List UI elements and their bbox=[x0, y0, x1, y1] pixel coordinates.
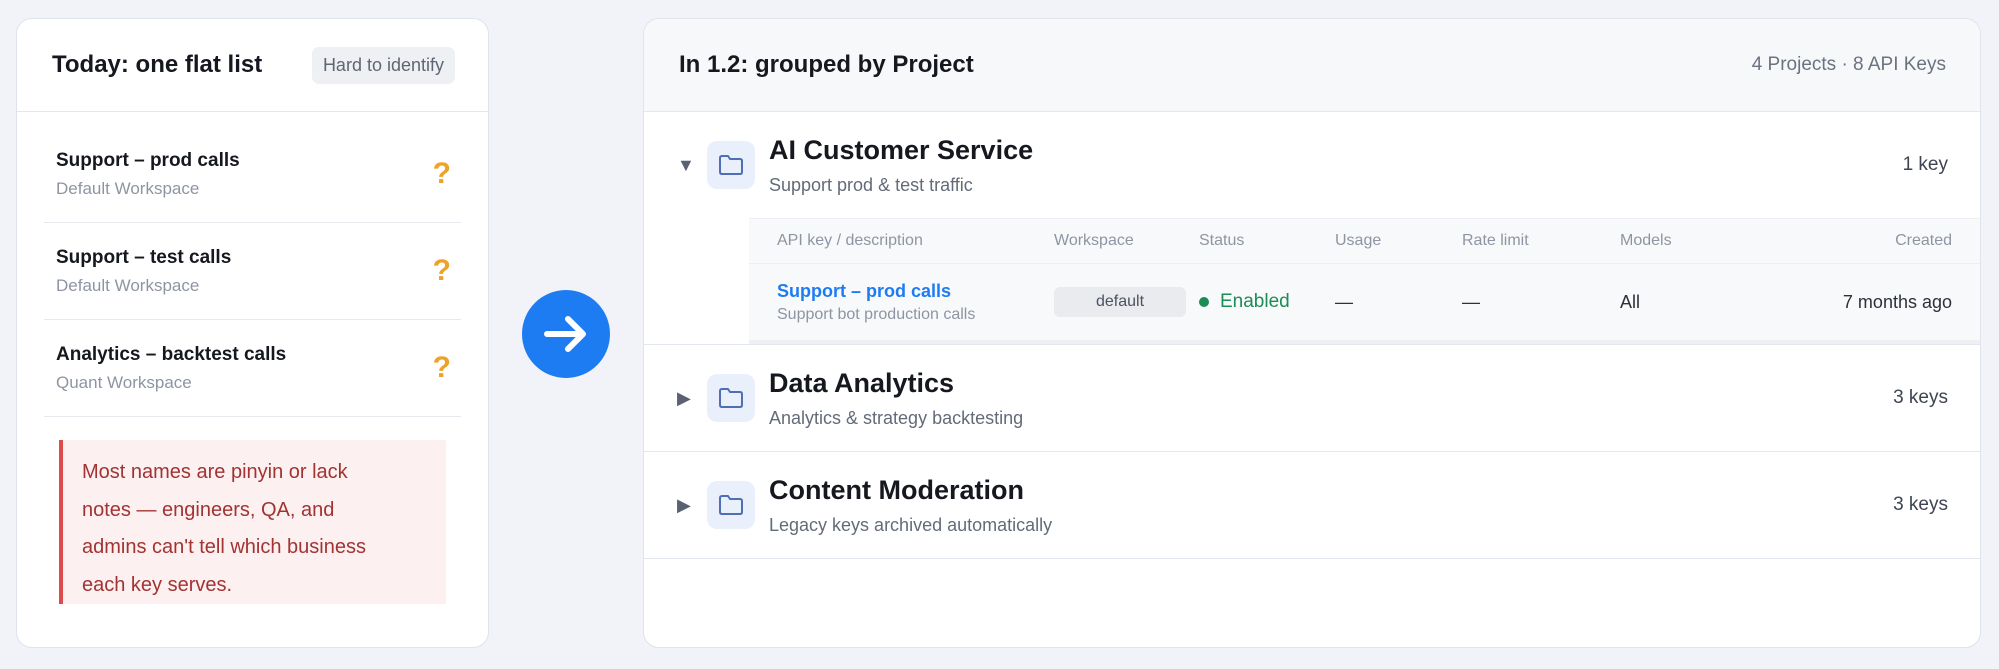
project-description: Legacy keys archived automatically bbox=[769, 514, 1053, 535]
warning-line: each key serves. bbox=[82, 573, 233, 596]
project-name: AI Customer Service bbox=[769, 134, 1034, 165]
column-header: Models bbox=[1620, 232, 1672, 249]
caret-right-icon[interactable]: ▶ bbox=[644, 495, 694, 516]
project-group: ▶ Content Moderation Legacy keys archive… bbox=[644, 452, 1980, 559]
table-row[interactable]: Support – prod calls Support bot product… bbox=[749, 264, 1980, 344]
warning-callout: Most names are pinyin or lack notes — en… bbox=[59, 440, 446, 604]
status-dot-icon bbox=[1199, 297, 1209, 307]
hard-to-identify-badge: Hard to identify bbox=[311, 46, 455, 84]
project-row-ai-customer-service[interactable]: ▼ AI Customer Service Support prod & tes… bbox=[644, 112, 1980, 218]
key-description: Support bot production calls bbox=[777, 305, 976, 323]
status-badge: Enabled bbox=[1199, 291, 1335, 313]
project-group: ▼ AI Customer Service Support prod & tes… bbox=[644, 112, 1980, 345]
key-count: 3 keys bbox=[1893, 387, 1948, 408]
key-name: Support – test calls bbox=[56, 246, 232, 268]
key-workspace: Default Workspace bbox=[56, 178, 200, 198]
models-value: All bbox=[1620, 291, 1641, 312]
column-header: Created bbox=[1895, 232, 1952, 249]
keys-table-header: API key / description Workspace Status U… bbox=[749, 218, 1980, 264]
project-group: ▶ Data Analytics Analytics & strategy ba… bbox=[644, 345, 1980, 452]
warning-line: Most names are pinyin or lack bbox=[82, 461, 348, 483]
column-header: Workspace bbox=[1054, 232, 1134, 249]
key-count: 3 keys bbox=[1893, 494, 1948, 515]
right-panel-title: In 1.2: grouped by Project bbox=[679, 51, 974, 78]
column-header: API key / description bbox=[777, 232, 923, 249]
project-row-content-moderation[interactable]: ▶ Content Moderation Legacy keys archive… bbox=[644, 452, 1980, 558]
projects-summary: 4 Projects · 8 API Keys bbox=[1751, 54, 1946, 75]
column-header: Status bbox=[1199, 232, 1245, 249]
column-header: Rate limit bbox=[1462, 232, 1529, 249]
keys-table: API key / description Workspace Status U… bbox=[749, 218, 1980, 344]
flat-list-panel: Today: one flat list Hard to identify Su… bbox=[16, 18, 489, 648]
transition-arrow bbox=[522, 290, 610, 378]
question-mark-icon: ? bbox=[432, 351, 451, 384]
right-panel-header: In 1.2: grouped by Project 4 Projects · … bbox=[644, 19, 1980, 112]
list-item[interactable]: Support – test calls Default Workspace ? bbox=[44, 223, 461, 320]
left-panel-title: Today: one flat list bbox=[52, 51, 263, 78]
question-mark-icon: ? bbox=[432, 254, 451, 287]
question-mark-icon: ? bbox=[432, 157, 451, 190]
project-name: Data Analytics bbox=[769, 367, 955, 398]
left-panel-header: Today: one flat list Hard to identify bbox=[17, 19, 488, 112]
folder-icon bbox=[707, 141, 755, 189]
project-row-data-analytics[interactable]: ▶ Data Analytics Analytics & strategy ba… bbox=[644, 345, 1980, 451]
project-description: Analytics & strategy backtesting bbox=[769, 407, 1024, 428]
project-name: Content Moderation bbox=[769, 474, 1024, 505]
key-name-link[interactable]: Support – prod calls bbox=[777, 281, 1054, 302]
caret-down-icon[interactable]: ▼ bbox=[644, 155, 695, 176]
warning-line: notes — engineers, QA, and bbox=[82, 498, 335, 521]
folder-icon bbox=[707, 481, 755, 529]
key-workspace: Quant Workspace bbox=[56, 372, 192, 392]
warning-line: admins can't tell which business bbox=[82, 536, 366, 558]
folder-icon bbox=[707, 374, 755, 422]
status-label: Enabled bbox=[1220, 291, 1290, 312]
caret-right-icon[interactable]: ▶ bbox=[644, 388, 694, 409]
flat-key-list: Support – prod calls Default Workspace ?… bbox=[17, 112, 488, 417]
rate-limit-value: — bbox=[1462, 291, 1480, 312]
column-header: Usage bbox=[1335, 232, 1382, 249]
list-item[interactable]: Support – prod calls Default Workspace ? bbox=[44, 126, 461, 223]
created-value: 7 months ago bbox=[1842, 291, 1952, 312]
key-count: 1 key bbox=[1902, 154, 1948, 175]
key-name: Support – prod calls bbox=[56, 149, 240, 171]
list-item[interactable]: Analytics – backtest calls Quant Workspa… bbox=[44, 320, 461, 417]
key-workspace: Default Workspace bbox=[56, 275, 200, 295]
usage-value: — bbox=[1335, 291, 1353, 312]
grouped-projects-panel: In 1.2: grouped by Project 4 Projects · … bbox=[643, 18, 1981, 648]
arrow-right-icon bbox=[544, 316, 586, 352]
workspace-pill: default bbox=[1054, 287, 1186, 317]
key-name: Analytics – backtest calls bbox=[56, 343, 287, 365]
project-description: Support prod & test traffic bbox=[769, 174, 973, 195]
